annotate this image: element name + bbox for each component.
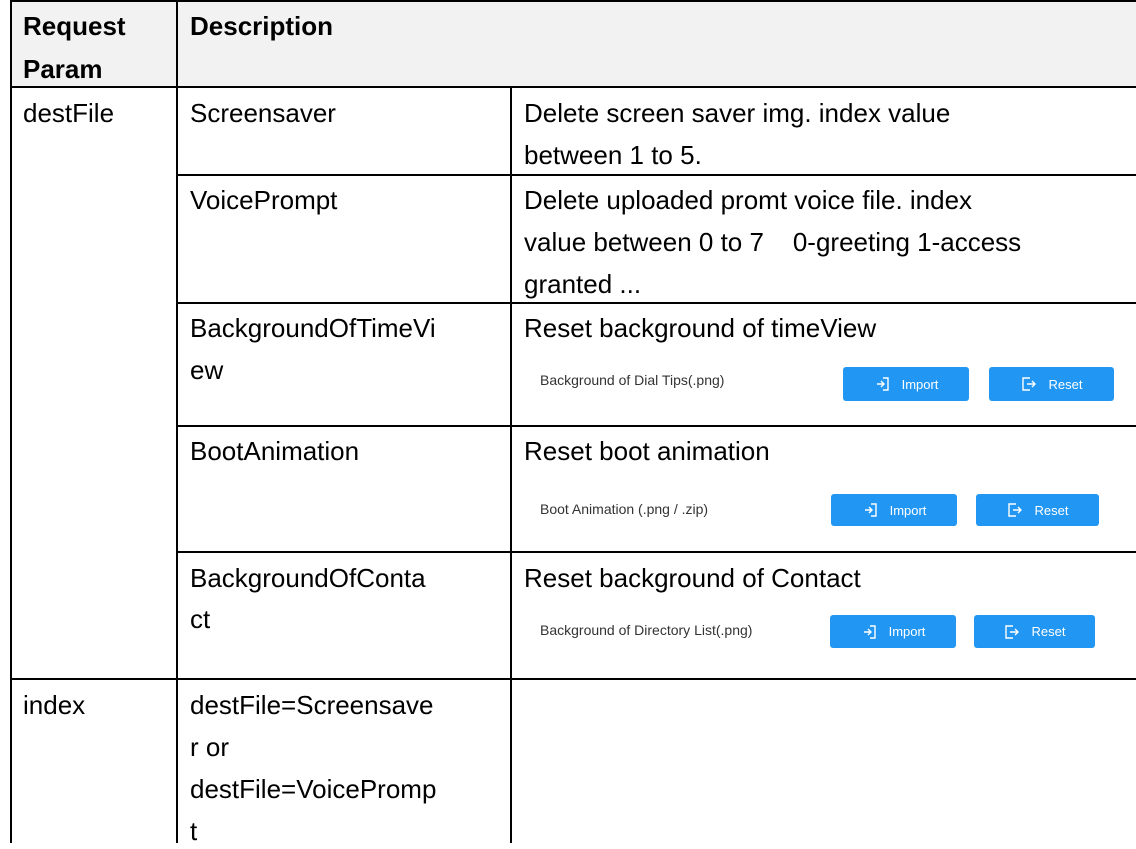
param-index: index [23,690,86,720]
desc-voiceprompt-l3: granted ... [524,269,642,299]
table-border-top [10,0,1136,2]
import-arrow-icon [861,624,877,640]
import-button[interactable]: Import [830,615,956,648]
param-destfile: destFile [23,98,115,128]
name-screensaver: Screensaver [190,98,336,128]
name-index-l1: destFile=Screensave [190,690,434,720]
reset-button[interactable]: Reset [976,494,1099,526]
reset-button[interactable]: Reset [974,615,1095,648]
desc-voiceprompt-l2: value between 0 to 7 0-greeting 1-access [524,227,1022,257]
desc-screensaver-l1: Delete screen saver img. index value [524,98,951,128]
reset-button-label: Reset [1034,502,1069,518]
name-index-l4: t [190,816,198,846]
reset-exit-icon [1007,502,1023,518]
table-border-left [10,0,12,843]
row-rule-voiceprompt [176,302,1136,304]
desc-backgroundoftimeview: Reset background of timeView [524,313,877,343]
reset-button[interactable]: Reset [989,367,1114,401]
name-index-l2: r or [190,732,229,762]
desc-screensaver-l2: between 1 to 5. [524,140,702,170]
import-button[interactable]: Import [831,494,957,526]
import-arrow-icon [874,376,890,392]
import-button-label: Import [901,376,939,392]
reset-exit-icon [1004,624,1020,640]
name-backgroundofcontact-l1: BackgroundOfConta [190,563,426,593]
import-button-label: Import [889,502,927,518]
row-rule-bootanimation [176,551,1136,553]
reset-exit-icon [1021,376,1037,392]
reset-button-label: Reset [1048,376,1083,392]
table-header [11,1,1136,87]
name-voiceprompt: VoicePrompt [190,185,338,215]
desc-bootanimation: Reset boot animation [524,436,770,466]
row-rule-index [10,678,1136,680]
import-button[interactable]: Import [843,367,969,401]
table-divider-col1 [176,0,178,843]
table-header-rule [10,86,1136,88]
embed-label-boot-animation: Boot Animation (.png / .zip) [540,501,709,517]
desc-backgroundofcontact: Reset background of Contact [524,563,861,593]
header-col1-line1: Request [23,11,126,41]
row-rule-screensaver [176,174,1136,176]
name-index-l3: destFile=VoicePromp [190,774,437,804]
name-bootanimation: BootAnimation [190,436,360,466]
import-arrow-icon [862,502,878,518]
header-col1-line2: Param [23,54,103,84]
desc-voiceprompt-l1: Delete uploaded promt voice file. index [524,185,973,215]
import-button-label: Import [888,624,926,639]
name-backgroundoftimeview-l1: BackgroundOfTimeVi [190,313,436,343]
embed-label-directory-list: Background of Directory List(.png) [540,622,753,638]
row-rule-timeview [176,425,1136,427]
embed-label-dial-tips: Background of Dial Tips(.png) [540,372,725,388]
reset-button-label: Reset [1031,624,1066,639]
header-col2: Description [190,11,334,41]
name-backgroundoftimeview-l2: ew [190,355,224,385]
name-backgroundofcontact-l2: ct [190,604,211,634]
table-divider-col2 [510,87,512,843]
